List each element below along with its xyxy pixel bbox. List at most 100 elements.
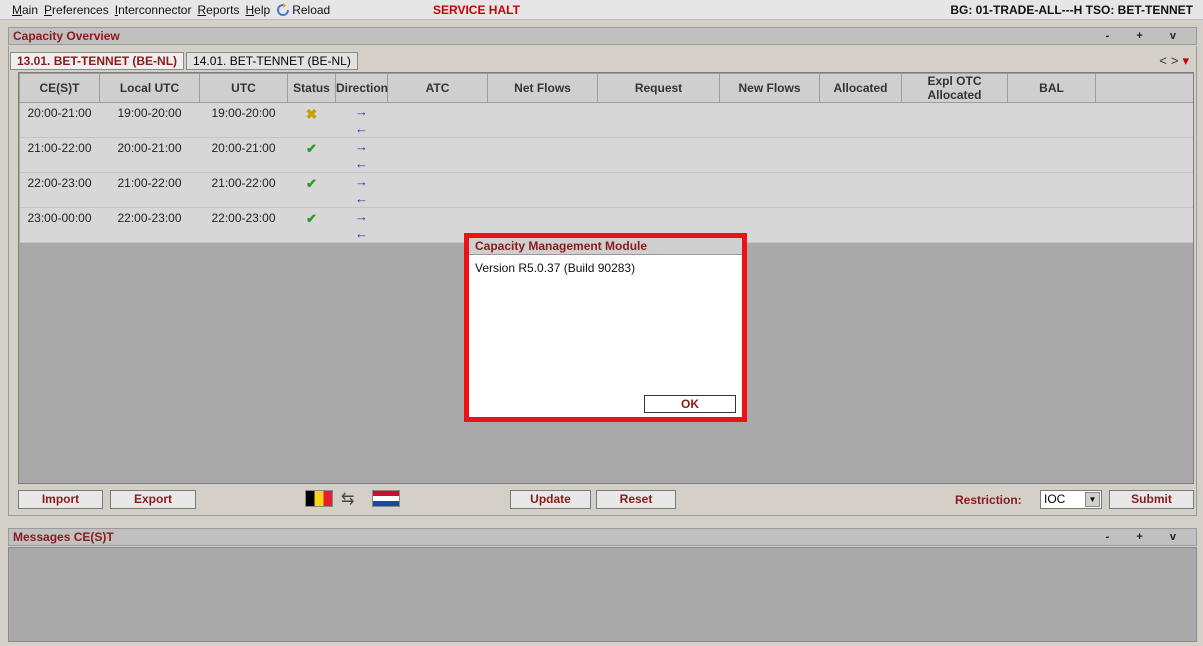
- reload-label: Reload: [292, 2, 331, 17]
- cell-bal[interactable]: [1007, 102, 1096, 138]
- tab-next-icon[interactable]: >: [1171, 53, 1183, 68]
- tab-navigation: <>▾: [1159, 53, 1193, 69]
- reset-button[interactable]: Reset: [596, 490, 676, 509]
- cell-cest: 22:00-23:00: [19, 172, 100, 208]
- service-status: SERVICE HALT: [433, 3, 520, 17]
- x-icon: ✖: [305, 106, 318, 122]
- arrow-left-icon: ←: [355, 191, 368, 206]
- cell-request[interactable]: [597, 172, 720, 208]
- menu-preferences[interactable]: Preferences: [44, 3, 109, 17]
- col-header-request[interactable]: Request: [597, 73, 720, 103]
- table-row[interactable]: 22:00-23:00 21:00-22:00 21:00-22:00 ✔ → ←: [19, 172, 1193, 208]
- cell-filler: [1095, 207, 1193, 243]
- bg-tso-info: BG: 01-TRADE-ALL---H TSO: BET-TENNET: [950, 3, 1193, 17]
- menu-reports-label: eports: [206, 2, 240, 17]
- cell-direction: → ←: [335, 137, 388, 173]
- col-header-allocated[interactable]: Allocated: [819, 73, 902, 103]
- check-icon: ✔: [306, 176, 317, 191]
- cell-new-flows[interactable]: [719, 172, 820, 208]
- col-header-net-flows[interactable]: Net Flows: [487, 73, 598, 103]
- cell-new-flows[interactable]: [719, 102, 820, 138]
- cell-net-flows[interactable]: [487, 172, 598, 208]
- cell-new-flows[interactable]: [719, 137, 820, 173]
- menu-help-label: elp: [254, 2, 271, 17]
- arrow-left-icon: ←: [355, 121, 368, 136]
- col-header-cest[interactable]: CE(S)T: [19, 73, 100, 103]
- menu-reports-mnemonic: R: [197, 2, 207, 17]
- cell-allocated[interactable]: [819, 102, 902, 138]
- col-header-status[interactable]: Status: [287, 73, 336, 103]
- update-button[interactable]: Update: [510, 490, 591, 509]
- arrow-right-icon: →: [355, 174, 368, 189]
- cell-expl-otc-allocated[interactable]: [901, 207, 1008, 243]
- col-header-local-utc[interactable]: Local UTC: [99, 73, 200, 103]
- cell-request[interactable]: [597, 102, 720, 138]
- arrow-right-icon: →: [355, 209, 368, 224]
- capacity-overview-title: Capacity Overview: [13, 29, 120, 43]
- ok-button[interactable]: OK: [644, 395, 736, 413]
- menu-main[interactable]: Main: [12, 3, 38, 17]
- messages-window-controls[interactable]: - + v: [1106, 529, 1188, 545]
- col-header-bal[interactable]: BAL: [1007, 73, 1096, 103]
- menu-reload[interactable]: Reload: [276, 2, 331, 17]
- col-header-filler: [1095, 73, 1193, 103]
- col-header-new-flows[interactable]: New Flows: [719, 73, 820, 103]
- tab-13-01[interactable]: 13.01. BET-TENNET (BE-NL): [10, 52, 185, 70]
- cell-expl-otc-allocated[interactable]: [901, 172, 1008, 208]
- cell-atc[interactable]: [387, 172, 488, 208]
- tab-prev-icon[interactable]: <: [1159, 53, 1171, 68]
- cell-request[interactable]: [597, 137, 720, 173]
- restriction-label: Restriction:: [955, 493, 1022, 507]
- cell-allocated[interactable]: [819, 137, 902, 173]
- swap-direction-icon[interactable]: ⇆: [341, 489, 354, 509]
- menu-reports[interactable]: Reports: [197, 3, 239, 17]
- table-row[interactable]: 20:00-21:00 19:00-20:00 19:00-20:00 ✖ → ←: [19, 102, 1193, 138]
- chevron-down-icon[interactable]: ▼: [1085, 492, 1100, 507]
- cell-direction: → ←: [335, 172, 388, 208]
- cell-status: ✔: [287, 207, 336, 243]
- cell-expl-otc-allocated[interactable]: [901, 137, 1008, 173]
- capacity-table: CE(S)T Local UTC UTC Status Direction AT…: [19, 73, 1193, 243]
- menu-help-mnemonic: H: [245, 2, 255, 17]
- menu-interconnector[interactable]: Interconnector: [115, 3, 192, 17]
- dialog-version-text: Version R5.0.37 (Build 90283): [475, 261, 636, 275]
- capacity-overview-header: Capacity Overview - + v: [8, 27, 1197, 45]
- cell-status: ✖: [287, 102, 336, 138]
- panel-window-controls[interactable]: - + v: [1106, 28, 1188, 44]
- restriction-select[interactable]: IOC ▼: [1040, 490, 1102, 509]
- col-header-atc[interactable]: ATC: [387, 73, 488, 103]
- menu-preferences-mnemonic: P: [44, 2, 53, 17]
- cell-atc[interactable]: [387, 137, 488, 173]
- menu-help[interactable]: Help: [246, 3, 271, 17]
- cell-allocated[interactable]: [819, 207, 902, 243]
- cell-local-utc: 21:00-22:00: [99, 172, 200, 208]
- cell-net-flows[interactable]: [487, 137, 598, 173]
- submit-button[interactable]: Submit: [1109, 490, 1194, 509]
- tab-menu-icon[interactable]: ▾: [1182, 53, 1193, 68]
- dialog-title: Capacity Management Module: [469, 238, 742, 255]
- cell-bal[interactable]: [1007, 137, 1096, 173]
- cell-local-utc: 22:00-23:00: [99, 207, 200, 243]
- table-row[interactable]: 21:00-22:00 20:00-21:00 20:00-21:00 ✔ → ←: [19, 137, 1193, 173]
- cell-cest: 20:00-21:00: [19, 102, 100, 138]
- belgium-flag-icon: [305, 490, 333, 507]
- col-header-expl-otc-allocated[interactable]: Expl OTC Allocated: [901, 73, 1008, 103]
- cell-bal[interactable]: [1007, 172, 1096, 208]
- arrow-left-icon: ←: [355, 156, 368, 171]
- export-button[interactable]: Export: [110, 490, 196, 509]
- cell-expl-otc-allocated[interactable]: [901, 102, 1008, 138]
- cell-status: ✔: [287, 137, 336, 173]
- col-header-utc[interactable]: UTC: [199, 73, 288, 103]
- tab-14-01[interactable]: 14.01. BET-TENNET (BE-NL): [186, 52, 358, 70]
- import-button[interactable]: Import: [18, 490, 103, 509]
- date-tabs: 13.01. BET-TENNET (BE-NL) 14.01. BET-TEN…: [10, 52, 360, 70]
- arrow-left-icon: ←: [355, 226, 368, 241]
- menu-main-label: ain: [22, 2, 39, 17]
- cell-bal[interactable]: [1007, 207, 1096, 243]
- cell-direction: → ←: [335, 207, 388, 243]
- cell-net-flows[interactable]: [487, 102, 598, 138]
- cell-allocated[interactable]: [819, 172, 902, 208]
- cell-atc[interactable]: [387, 102, 488, 138]
- col-header-direction[interactable]: Direction: [335, 73, 388, 103]
- cell-local-utc: 20:00-21:00: [99, 137, 200, 173]
